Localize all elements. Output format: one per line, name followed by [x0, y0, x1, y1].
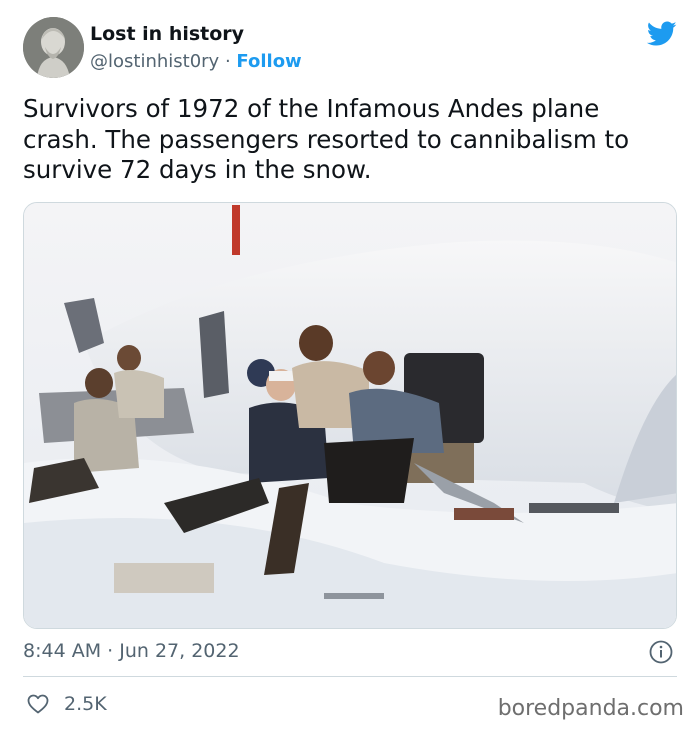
follow-button[interactable]: Follow [236, 51, 301, 72]
author-handle[interactable]: @lostinhist0ry [90, 51, 219, 72]
handle-line: @lostinhist0ry · Follow [90, 51, 302, 72]
tweet-text: Survivors of 1972 of the Infamous Andes … [23, 94, 630, 184]
like-action[interactable]: 2.5K [26, 691, 107, 717]
watermark: boredpanda.com [497, 696, 684, 721]
tweet-timestamp[interactable]: 8:44 AM · Jun 27, 2022 [23, 640, 240, 662]
divider [23, 676, 677, 677]
info-icon[interactable] [649, 640, 673, 664]
twitter-bird-icon[interactable] [647, 21, 677, 47]
separator-dot: · [224, 51, 231, 72]
tweet-header: Lost in history @lostinhist0ry · Follow [23, 17, 677, 79]
like-count: 2.5K [64, 693, 107, 715]
author-name[interactable]: Lost in history [90, 23, 244, 45]
tweet-photo[interactable] [23, 202, 677, 629]
survivors-photo [24, 203, 676, 628]
heart-icon[interactable] [26, 692, 50, 716]
avatar[interactable] [23, 17, 84, 78]
